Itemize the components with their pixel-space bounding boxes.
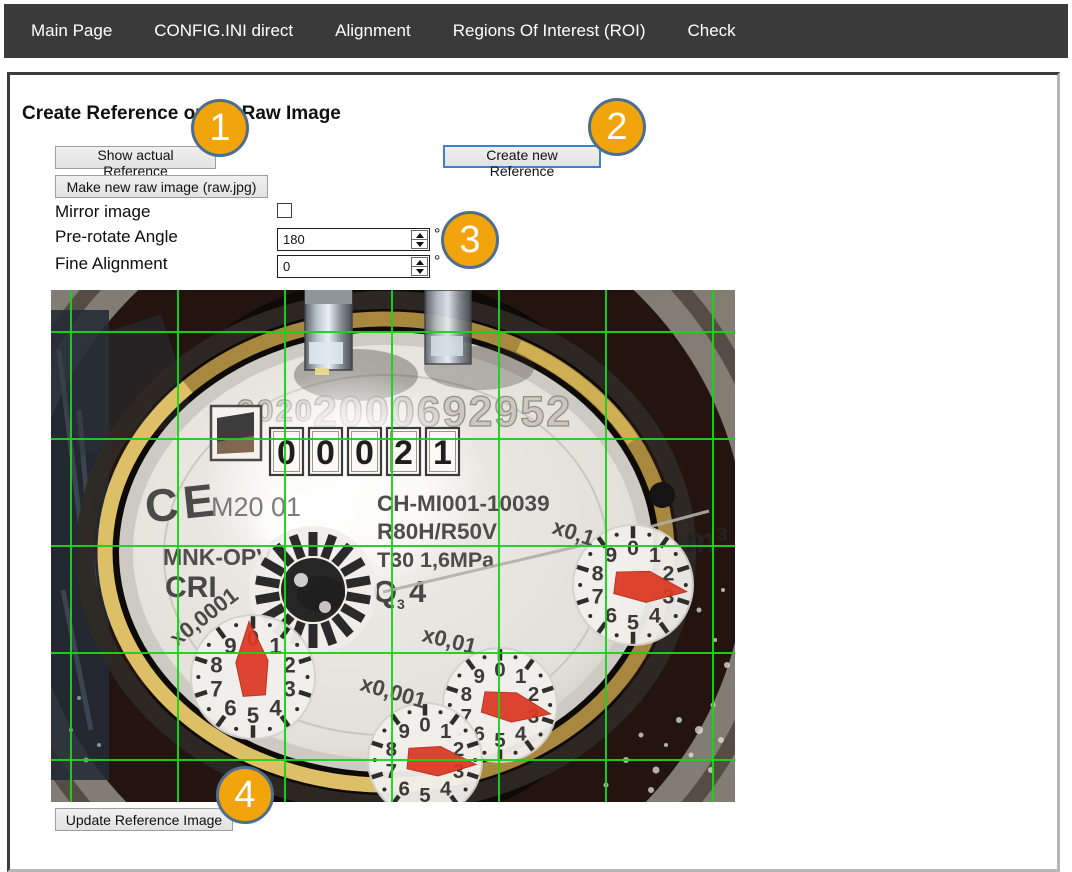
svg-text:3: 3 <box>397 596 405 612</box>
fine-alignment-label: Fine Alignment <box>55 254 167 274</box>
svg-text:5: 5 <box>247 703 259 728</box>
annotation-circle-1: 1 <box>191 99 249 157</box>
down-arrow-icon <box>416 242 424 247</box>
annotation-circle-4: 4 <box>216 766 274 824</box>
svg-text:4: 4 <box>515 722 527 745</box>
svg-text:4: 4 <box>409 574 427 609</box>
pre-rotate-spinner <box>411 230 428 249</box>
nav-item-alignment[interactable]: Alignment <box>335 21 411 41</box>
raw-reference-image: 2020 2000692952 00021 m³ CE M20 01 CH-MI… <box>51 290 735 802</box>
svg-text:4: 4 <box>440 777 452 800</box>
svg-text:CH-MI001-10039: CH-MI001-10039 <box>377 491 550 516</box>
svg-text:7: 7 <box>210 676 222 701</box>
annotation-number: 2 <box>606 108 627 146</box>
spin-down-button[interactable] <box>412 240 427 248</box>
nav-item-check[interactable]: Check <box>687 21 735 41</box>
svg-text:8: 8 <box>592 561 604 586</box>
annotation-circle-3: 3 <box>441 211 499 269</box>
annotation-number: 4 <box>234 776 255 814</box>
spin-up-button[interactable] <box>412 258 427 267</box>
fine-alignment-input[interactable] <box>278 256 429 277</box>
show-actual-reference-button[interactable]: Show actual Reference <box>55 146 216 169</box>
svg-text:0: 0 <box>627 535 639 560</box>
nav-item-config-ini[interactable]: CONFIG.INI direct <box>154 21 293 41</box>
pre-rotate-angle-input[interactable] <box>278 229 429 250</box>
svg-text:R80H/R50V: R80H/R50V <box>377 519 497 544</box>
svg-text:9: 9 <box>224 633 236 658</box>
svg-text:9: 9 <box>474 665 485 688</box>
up-arrow-icon <box>416 260 424 265</box>
nav-item-main-page[interactable]: Main Page <box>31 21 112 41</box>
water-meter-photo: 2020 2000692952 00021 m³ CE M20 01 CH-MI… <box>51 290 735 802</box>
fine-alignment-field <box>277 255 430 278</box>
svg-text:8: 8 <box>461 683 472 706</box>
top-navbar: Main Page CONFIG.INI direct Alignment Re… <box>4 4 1068 58</box>
svg-text:6: 6 <box>399 777 410 800</box>
nav-item-roi[interactable]: Regions Of Interest (ROI) <box>453 21 646 41</box>
fine-alignment-spinner <box>411 257 428 276</box>
svg-text:6: 6 <box>224 696 236 721</box>
pre-rotate-angle-label: Pre-rotate Angle <box>55 227 178 247</box>
fine-alignment-degree-suffix: ° <box>434 253 440 271</box>
svg-text:0: 0 <box>419 714 430 737</box>
unit-label: m³ <box>685 521 728 560</box>
svg-text:7: 7 <box>592 584 604 609</box>
annotation-number: 3 <box>459 221 480 259</box>
svg-text:1: 1 <box>440 720 451 743</box>
svg-text:4: 4 <box>269 696 282 721</box>
down-arrow-icon <box>416 269 424 274</box>
annotation-number: 1 <box>209 109 230 147</box>
odometer-dot <box>649 482 675 508</box>
odometer-icon <box>211 406 261 460</box>
make-new-raw-image-button[interactable]: Make new raw image (raw.jpg) <box>55 175 268 198</box>
pre-rotate-angle-field <box>277 228 430 251</box>
svg-text:1: 1 <box>515 665 526 688</box>
spin-down-button[interactable] <box>412 267 427 275</box>
svg-text:8: 8 <box>210 653 222 678</box>
mirror-image-checkbox[interactable] <box>277 203 292 218</box>
page-title: Create Reference out of Raw Image <box>22 103 341 125</box>
annotation-circle-2: 2 <box>588 98 646 156</box>
svg-text:4: 4 <box>649 602 661 627</box>
svg-text:1: 1 <box>269 633 281 658</box>
update-reference-image-button[interactable]: Update Reference Image <box>55 808 233 831</box>
create-new-reference-button[interactable]: Create new Reference <box>443 145 601 168</box>
spin-up-button[interactable] <box>412 231 427 240</box>
up-arrow-icon <box>416 233 424 238</box>
svg-text:CE: CE <box>142 473 221 532</box>
svg-text:5: 5 <box>627 609 639 634</box>
svg-text:5: 5 <box>419 784 430 802</box>
mirror-image-label: Mirror image <box>55 202 150 222</box>
pre-rotate-degree-suffix: ° <box>434 226 440 244</box>
svg-text:M20 01: M20 01 <box>211 492 301 522</box>
odometer-digits: 00021 <box>270 428 459 475</box>
svg-text:9: 9 <box>399 720 410 743</box>
